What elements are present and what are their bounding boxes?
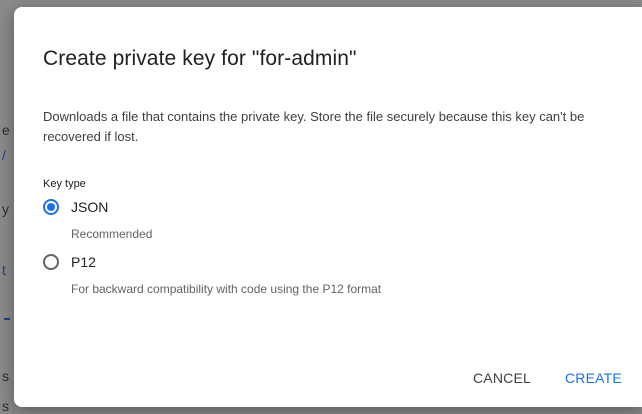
background-text: s	[2, 368, 9, 384]
cancel-button[interactable]: CANCEL	[473, 370, 531, 386]
background-text: e	[2, 122, 10, 138]
background-link: /	[2, 147, 6, 163]
radio-label-json[interactable]: JSON	[71, 199, 108, 215]
radio-help-json: Recommended	[71, 227, 153, 241]
radio-button-p12[interactable]	[43, 254, 59, 270]
radio-option-p12[interactable]: P12	[43, 254, 96, 270]
radio-help-p12: For backward compatibility with code usi…	[71, 282, 382, 296]
background-divider	[4, 318, 10, 320]
background-link: t	[2, 262, 6, 278]
background-text: y	[2, 201, 9, 217]
create-button[interactable]: CREATE	[565, 370, 622, 386]
dialog-title: Create private key for "for-admin"	[43, 47, 357, 70]
create-key-dialog: Create private key for "for-admin" Downl…	[14, 7, 642, 407]
radio-option-json[interactable]: JSON	[43, 199, 108, 215]
background-text: s	[2, 398, 9, 414]
radio-button-json[interactable]	[43, 199, 59, 215]
key-type-label: Key type	[43, 178, 86, 190]
radio-label-p12[interactable]: P12	[71, 254, 96, 270]
dialog-description: Downloads a file that contains the priva…	[43, 109, 585, 144]
